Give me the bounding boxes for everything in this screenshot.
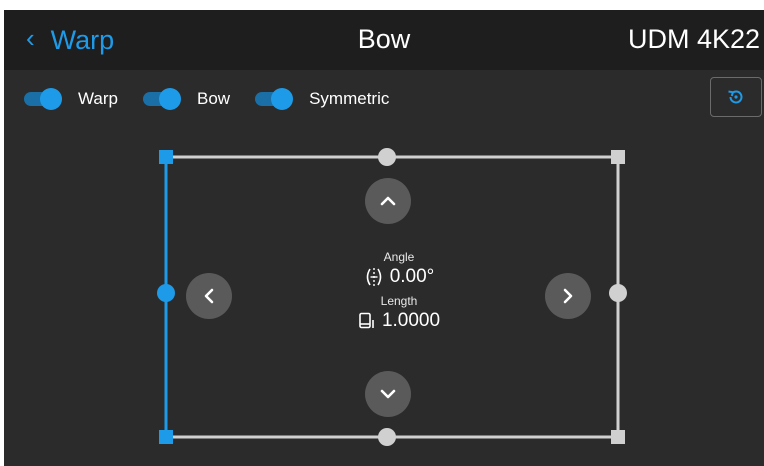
bow-info-panel: Angle 0.00° Length 1.0000 xyxy=(334,250,464,332)
length-value: 1.0000 xyxy=(381,310,441,331)
chevron-down-icon xyxy=(380,389,396,399)
move-left-button[interactable] xyxy=(186,273,232,319)
left-bow-handle[interactable] xyxy=(157,284,175,302)
move-up-button[interactable] xyxy=(365,178,411,224)
top-bow-handle[interactable] xyxy=(378,148,396,166)
bottom-left-corner-handle[interactable] xyxy=(159,430,173,444)
angle-caption: Angle xyxy=(383,250,415,264)
chevron-right-icon xyxy=(563,288,573,304)
bottom-right-corner-handle[interactable] xyxy=(611,430,625,444)
angle-icon xyxy=(364,267,384,287)
chevron-up-icon xyxy=(380,196,396,206)
length-icon xyxy=(358,312,376,330)
length-readout: 1.0000 xyxy=(334,310,464,332)
length-caption: Length xyxy=(380,294,418,308)
top-left-corner-handle[interactable] xyxy=(159,150,173,164)
angle-readout: 0.00° xyxy=(334,266,464,288)
angle-value: 0.00° xyxy=(389,266,435,287)
move-down-button[interactable] xyxy=(365,371,411,417)
warp-bow-screen: ‹ Warp Bow UDM 4K22 Warp Bow Symmetric A… xyxy=(4,10,764,466)
chevron-left-icon xyxy=(204,288,214,304)
right-bow-handle[interactable] xyxy=(609,284,627,302)
bottom-bow-handle[interactable] xyxy=(378,428,396,446)
top-right-corner-handle[interactable] xyxy=(611,150,625,164)
move-right-button[interactable] xyxy=(545,273,591,319)
